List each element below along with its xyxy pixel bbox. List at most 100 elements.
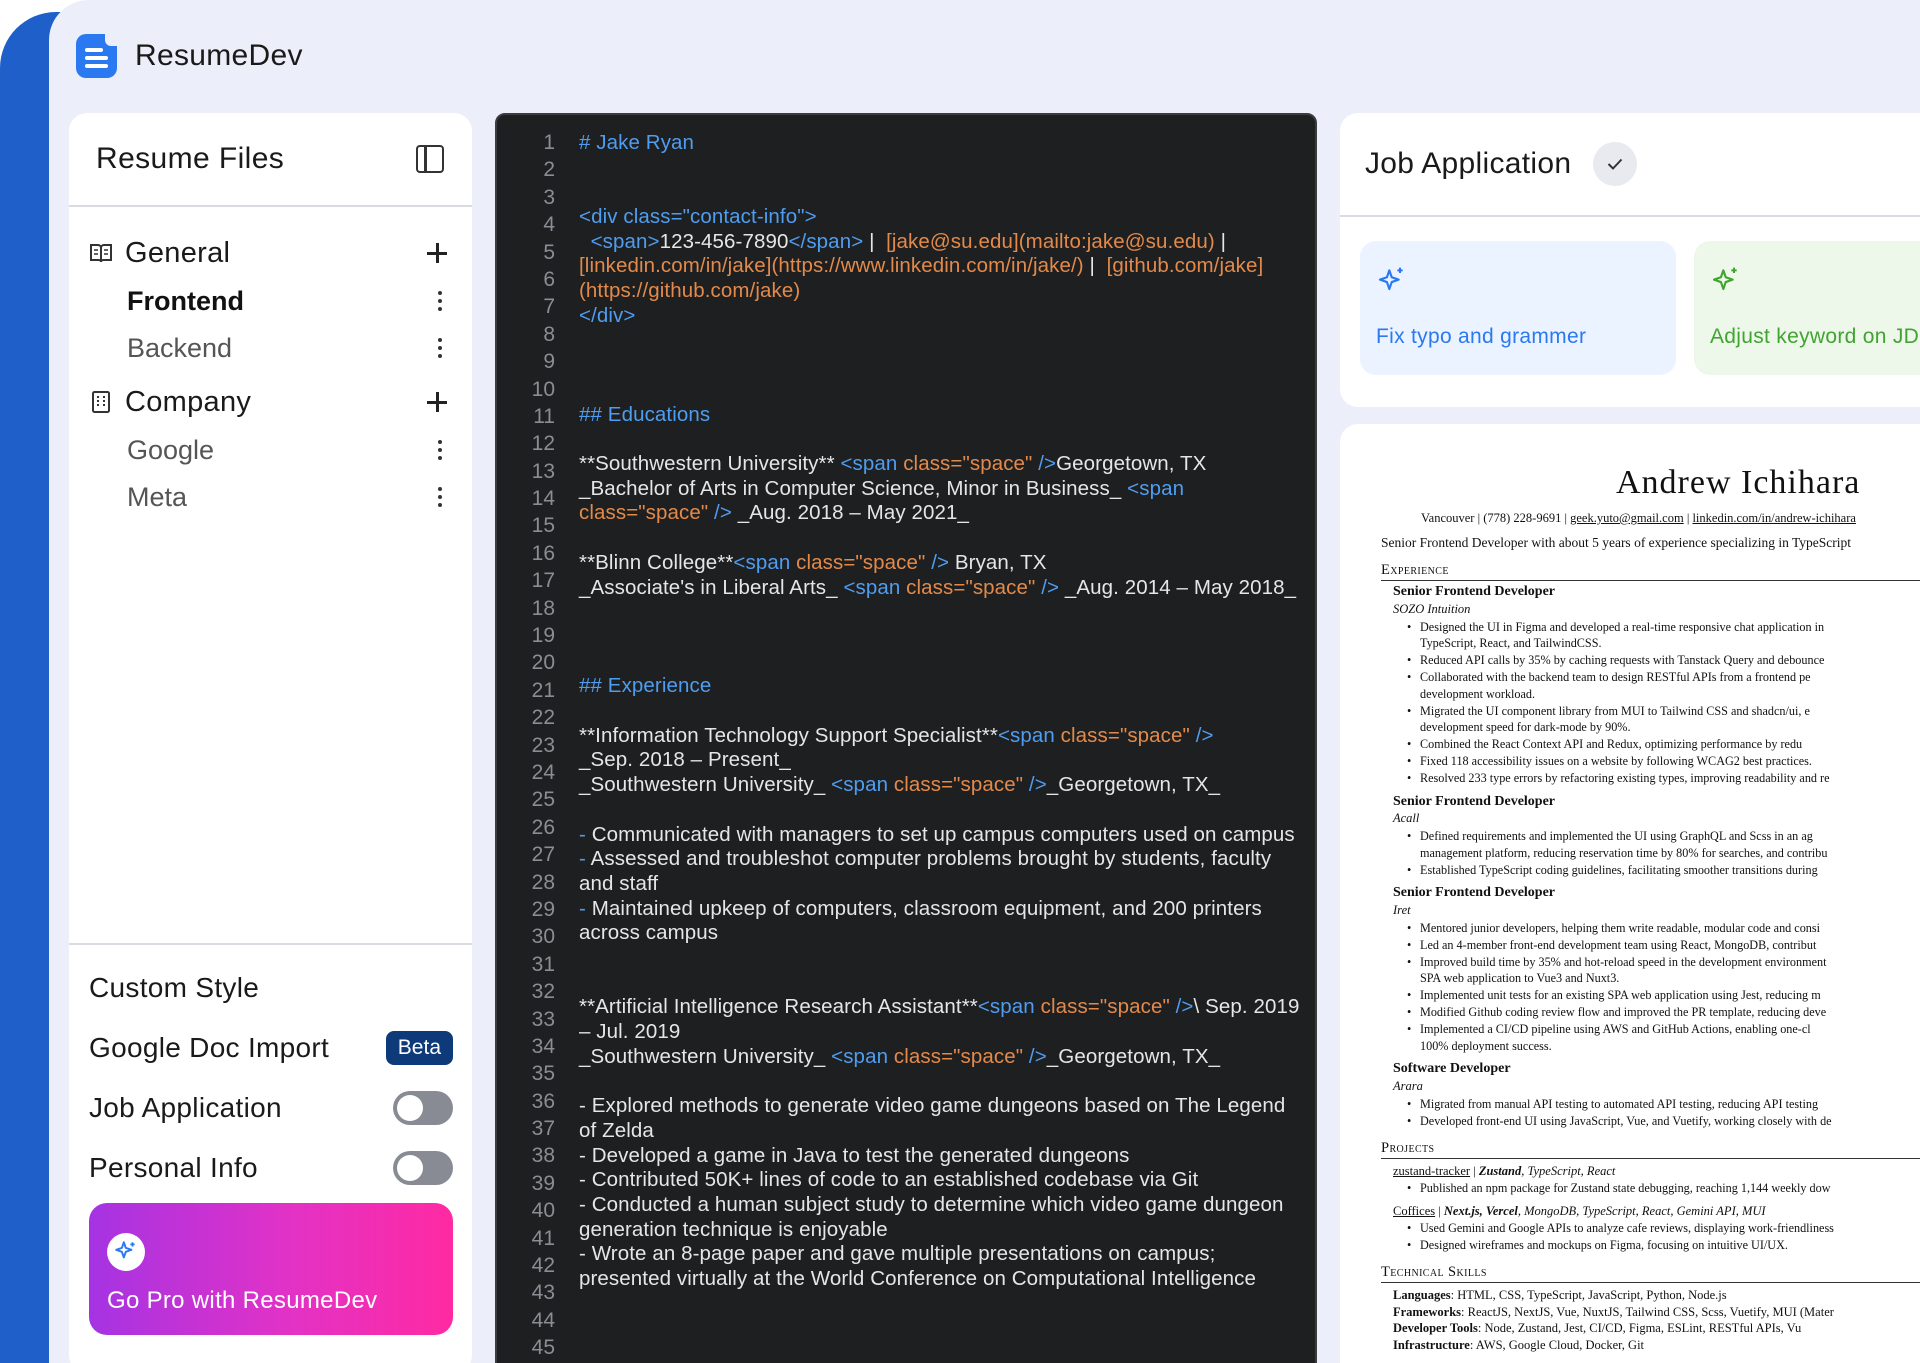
google-doc-import-option[interactable]: Google Doc Import Beta bbox=[89, 1026, 453, 1070]
skill-row: Languages: HTML, CSS, TypeScript, JavaSc… bbox=[1393, 1288, 1727, 1303]
skill-row: Infrastructure: AWS, Google Cloud, Docke… bbox=[1393, 1337, 1645, 1352]
line-number: 16 bbox=[531, 541, 555, 565]
line-number: 9 bbox=[543, 350, 555, 374]
bullet-continuation: management platform, reducing reservatio… bbox=[1420, 845, 1828, 860]
more-options-icon[interactable] bbox=[437, 338, 443, 358]
adjust-keyword-card[interactable]: Adjust keyword on JD bbox=[1694, 241, 1920, 375]
line-number: 29 bbox=[531, 897, 555, 921]
file-label: Backend bbox=[127, 332, 233, 363]
bullet-item: Reduced API calls by 35% by caching requ… bbox=[1407, 653, 1824, 668]
bullet-item: Migrated from manual API testing to auto… bbox=[1407, 1097, 1818, 1112]
bullet-item: Designed wireframes and mockups on Figma… bbox=[1407, 1238, 1788, 1253]
app-window: ResumeDev Resume Files General Frontend … bbox=[49, 0, 1920, 1363]
bullet-item: Defined requirements and implemented the… bbox=[1407, 829, 1813, 844]
line-number: 44 bbox=[531, 1308, 555, 1332]
line-number: 10 bbox=[531, 377, 555, 401]
bullet-item: Published an npm package for Zustand sta… bbox=[1407, 1181, 1831, 1196]
bullet-item: Mentored junior developers, helping them… bbox=[1407, 921, 1820, 936]
sparkle-icon bbox=[107, 1233, 145, 1271]
sidebar-toggle-icon[interactable] bbox=[416, 145, 444, 173]
more-options-icon[interactable] bbox=[437, 487, 443, 507]
line-number: 42 bbox=[531, 1254, 555, 1278]
file-item-meta[interactable]: Meta bbox=[127, 475, 449, 519]
more-options-icon[interactable] bbox=[437, 291, 443, 311]
job-company: Arara bbox=[1393, 1078, 1423, 1093]
sparkle-icon bbox=[1376, 265, 1408, 302]
job-title: Senior Frontend Developer bbox=[1393, 793, 1556, 809]
line-number: 39 bbox=[531, 1171, 555, 1195]
go-pro-label: Go Pro with ResumeDev bbox=[107, 1287, 378, 1314]
project-title: zustand-tracker | Zustand, TypeScript, R… bbox=[1393, 1164, 1616, 1179]
add-file-icon[interactable] bbox=[425, 390, 449, 414]
folder-label: Company bbox=[125, 385, 252, 418]
job-application-title: Job Application bbox=[1365, 147, 1572, 180]
code-line: **Information Technology Support Special… bbox=[579, 723, 1221, 797]
job-company: Iret bbox=[1393, 902, 1411, 917]
bullet-continuation: 100% deployment success. bbox=[1420, 1038, 1552, 1053]
card-label: Fix typo and grammer bbox=[1376, 325, 1587, 348]
line-number: 21 bbox=[531, 678, 555, 702]
more-options-icon[interactable] bbox=[437, 440, 443, 460]
bullet-item: Combined the React Context API and Redux… bbox=[1407, 737, 1802, 752]
go-pro-button[interactable]: Go Pro with ResumeDev bbox=[89, 1203, 453, 1335]
job-company: Acall bbox=[1393, 811, 1420, 825]
bullet-item: Designed the UI in Figma and developed a… bbox=[1407, 620, 1824, 635]
file-item-google[interactable]: Google bbox=[127, 428, 449, 472]
bullet-continuation: TypeScript, React, and TailwindCSS. bbox=[1420, 636, 1602, 651]
code-content[interactable]: # Jake Ryan <div class="contact-info"> <… bbox=[579, 131, 1301, 1292]
section-heading: Experience bbox=[1381, 562, 1449, 578]
file-item-backend[interactable]: Backend bbox=[127, 326, 449, 370]
line-number: 27 bbox=[531, 843, 555, 867]
app-title: ResumeDev bbox=[135, 39, 303, 72]
markdown-editor[interactable]: 1 2 3 4 5 6 7 8 9 10 11 12 13 14 15 16 17 18 19 20 21 22 23 24 2… bbox=[495, 113, 1317, 1363]
line-number: 38 bbox=[531, 1144, 555, 1168]
job-application-toggle[interactable] bbox=[393, 1091, 453, 1125]
line-number: 30 bbox=[531, 925, 555, 949]
line-number: 36 bbox=[531, 1089, 555, 1113]
bullet-item: Used Gemini and Google APIs to analyze c… bbox=[1407, 1221, 1834, 1236]
resume-files-sidebar: Resume Files General Frontend Backend Co… bbox=[69, 113, 472, 1363]
line-number: 17 bbox=[531, 569, 555, 593]
custom-style-option[interactable]: Custom Style bbox=[89, 966, 453, 1010]
line-number: 25 bbox=[531, 788, 555, 812]
line-number: 26 bbox=[531, 815, 555, 839]
bullet-item: Established TypeScript coding guidelines… bbox=[1407, 863, 1818, 878]
building-icon bbox=[89, 390, 113, 414]
bullet-item: Migrated the UI component library from M… bbox=[1407, 704, 1810, 719]
sidebar-header: Resume Files bbox=[69, 113, 472, 207]
add-file-icon[interactable] bbox=[425, 241, 449, 265]
resume-preview: Andrew Ichihara Vancouver | (778) 228-96… bbox=[1340, 424, 1920, 1363]
check-icon[interactable] bbox=[1593, 142, 1638, 186]
code-line: **Blinn College**<span class="space" /> … bbox=[579, 550, 1297, 599]
line-number: 11 bbox=[533, 404, 555, 428]
bullet-item: Developed front-end UI using JavaScript,… bbox=[1407, 1114, 1832, 1129]
folder-company[interactable]: Company bbox=[89, 380, 449, 424]
app-header: ResumeDev bbox=[76, 32, 303, 80]
line-number: 12 bbox=[531, 432, 555, 456]
folder-label: General bbox=[125, 236, 231, 269]
book-icon bbox=[89, 241, 113, 265]
code-line: <span>123-456-7890</span> | [jake@su.edu… bbox=[579, 229, 1264, 303]
code-line: <div class="contact-info"> bbox=[579, 205, 817, 229]
line-number: 7 bbox=[543, 295, 555, 319]
line-number: 4 bbox=[543, 213, 555, 237]
fix-typo-card[interactable]: Fix typo and grammer bbox=[1360, 241, 1676, 375]
bullet-item: Fixed 118 accessibility issues on a webs… bbox=[1407, 754, 1812, 769]
line-number: 14 bbox=[531, 487, 555, 511]
job-title: Senior Frontend Developer bbox=[1393, 885, 1556, 901]
sparkle-icon bbox=[1710, 265, 1742, 302]
bullet-item: Implemented unit tests for an existing S… bbox=[1407, 988, 1821, 1003]
file-label: Google bbox=[127, 434, 215, 465]
personal-info-toggle[interactable] bbox=[393, 1151, 453, 1185]
file-item-frontend[interactable]: Frontend bbox=[127, 279, 449, 323]
line-number-gutter: 1 2 3 4 5 6 7 8 9 10 11 12 13 14 15 16 17 18 19 20 21 22 23 24 2… bbox=[497, 129, 555, 1362]
sidebar-title: Resume Files bbox=[96, 142, 285, 175]
project-title: Coffices | Next.js, Vercel, MongoDB, Typ… bbox=[1393, 1204, 1766, 1218]
resume-name: Andrew Ichihara bbox=[1616, 464, 1861, 501]
line-number: 22 bbox=[531, 706, 555, 730]
resume-contact: Vancouver | (778) 228-9691 | geek.yuto@g… bbox=[1421, 511, 1856, 525]
folder-general[interactable]: General bbox=[89, 231, 449, 275]
code-line: ## Educations bbox=[579, 402, 711, 426]
job-title: Senior Frontend Developer bbox=[1393, 584, 1556, 599]
code-line: - Communicated with managers to set up c… bbox=[579, 822, 1295, 945]
